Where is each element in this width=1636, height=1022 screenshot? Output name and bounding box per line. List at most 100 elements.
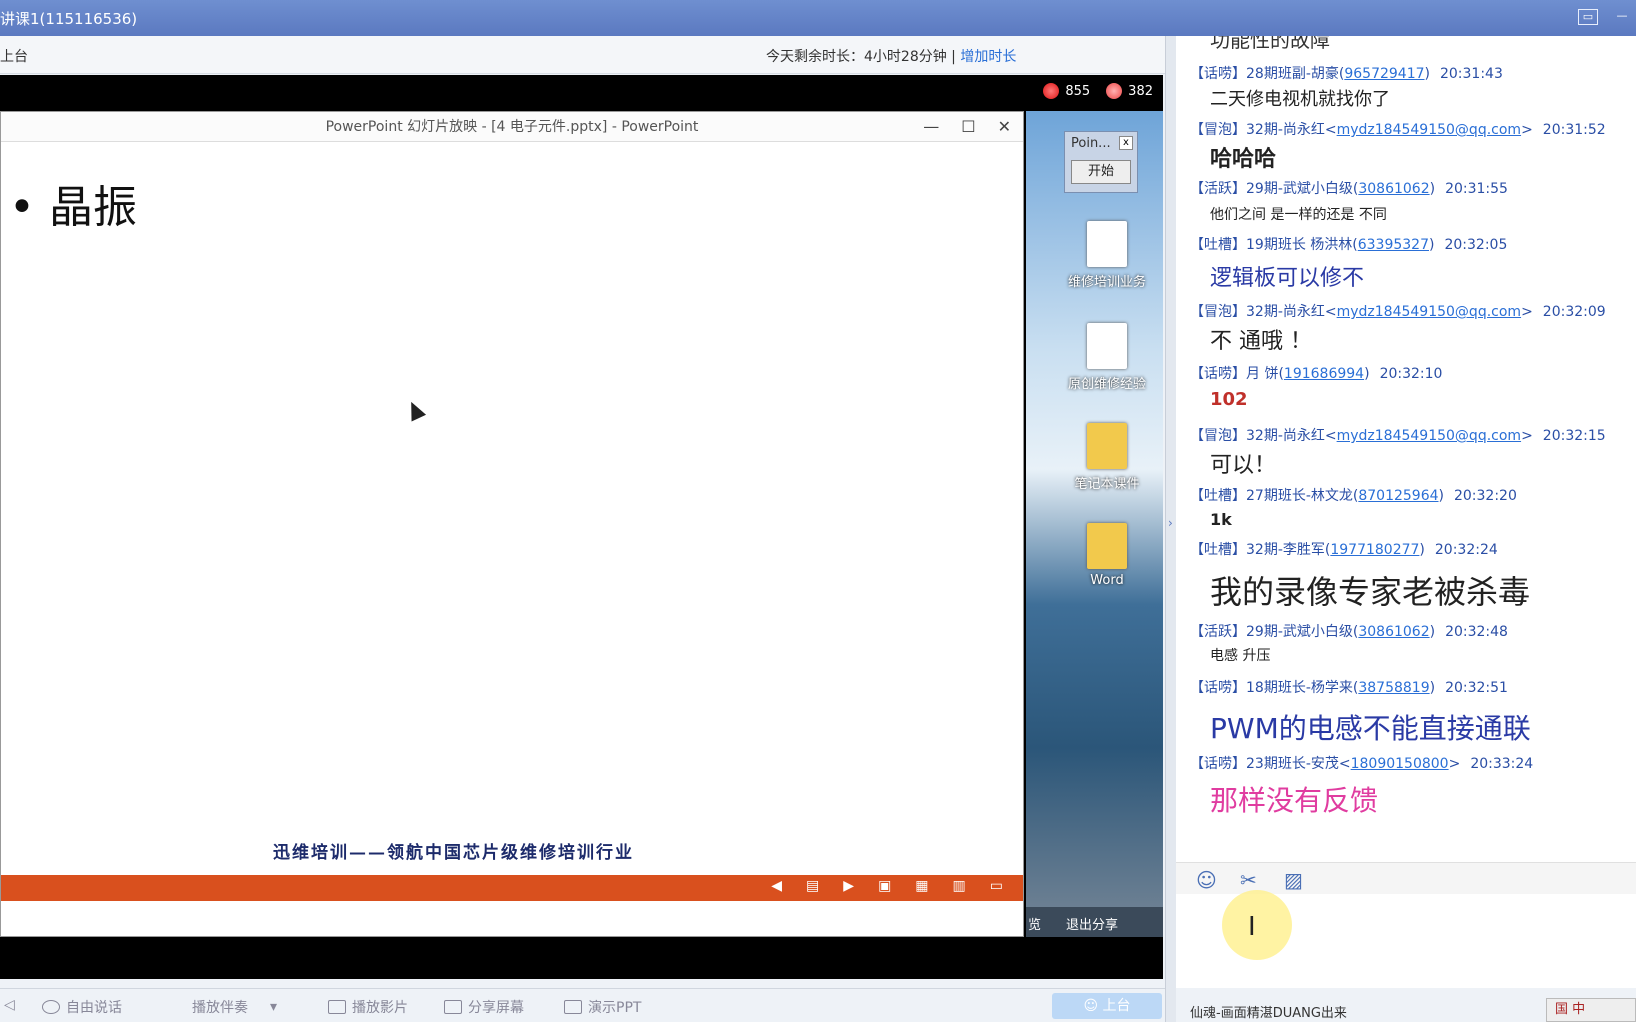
ppt-close-button[interactable]: ✕ (998, 112, 1011, 142)
chat-sender-name: 23期班长-安茂 (1246, 756, 1339, 772)
chat-message-body: 逻辑板可以修不 (1210, 266, 1365, 291)
chat-message-header: 【话唠】28期班副-胡豪(965729417) 20:31:43 (1190, 63, 1503, 83)
show-ppt-button[interactable]: 演示PPT (564, 997, 641, 1017)
chat-sender-id-link[interactable]: 38758819 (1358, 680, 1429, 696)
pointer-start-button[interactable]: 开始 (1071, 160, 1131, 184)
desktop-icon-word[interactable]: Word (1061, 523, 1153, 588)
chat-timestamp: 20:31:43 (1439, 66, 1503, 82)
candy-counter[interactable]: 382 (1106, 83, 1153, 99)
desktop-icon-label: 笔记本课件 (1074, 477, 1140, 492)
chat-timestamp: 20:32:20 (1453, 488, 1517, 504)
chat-sender-id-link[interactable]: mydz184549150@qq.com (1337, 304, 1521, 320)
chat-id-bracket: < (1324, 428, 1337, 444)
chat-message-header: 【活跃】29期-武斌小白级(30861062) 20:32:48 (1190, 621, 1508, 641)
chat-id-bracket: > (1521, 122, 1533, 138)
image-icon[interactable]: ▨ (1284, 868, 1303, 892)
folder-icon (1087, 523, 1127, 569)
slide-canvas[interactable]: • 晶振 迅维培训——领航中国芯片级维修培训行业 (1, 143, 1023, 875)
chat-timestamp: 20:31:55 (1445, 181, 1508, 197)
play-music-button[interactable]: 播放伴奏 ▾ (192, 997, 277, 1017)
chat-message-body: 哈哈哈 (1210, 147, 1277, 172)
chat-id-bracket: ) (1429, 237, 1435, 253)
chevron-down-icon: ▾ (270, 999, 278, 1015)
emoji-icon[interactable]: ☺ (1196, 868, 1217, 892)
bottom-toolbar: ◁ 自由说话 播放伴奏 ▾ 播放影片 分享屏幕 演示PPT ☺ 上台 (0, 988, 1165, 1022)
normal-view-icon[interactable]: ▣ (878, 878, 891, 894)
video-stage: 855 382 PowerPoint 幻灯片放映 - [4 电子元件.pptx]… (0, 75, 1163, 979)
ppt-maximize-button[interactable]: ☐ (961, 112, 975, 142)
window-title: 讲课1(115116536) (0, 10, 138, 28)
chat-id-bracket: ) (1438, 488, 1444, 504)
chat-sender-name: 32期-尚永红 (1246, 304, 1325, 320)
share-screen-label: 分享屏幕 (468, 1000, 524, 1016)
slide-bullet: • 晶振 (9, 182, 137, 233)
chat-message-header: 【冒泡】32期-尚永红<mydz184549150@qq.com> 20:31:5… (1190, 119, 1606, 139)
chat-message-body: 102 (1210, 389, 1248, 410)
restore-button[interactable]: ▭ (1578, 9, 1598, 25)
pointer-close-button[interactable]: x (1119, 136, 1133, 150)
scissors-icon[interactable]: ✂ (1240, 868, 1257, 892)
chat-sender-id-link[interactable]: 18090150800 (1351, 756, 1449, 772)
free-talk-button[interactable]: 自由说话 (42, 997, 122, 1017)
desktop-icon-laptop-courseware[interactable]: 笔记本课件 (1061, 423, 1153, 492)
chat-id-bracket: ) (1419, 542, 1425, 558)
chat-level-tag: 【话唠】 (1190, 680, 1246, 696)
show-ppt-label: 演示PPT (588, 1000, 642, 1016)
pointer-widget: Poin... x 开始 (1064, 131, 1138, 193)
chat-sender-id-link[interactable]: 63395327 (1358, 237, 1429, 253)
chat-panel: 功能性的故障 【话唠】28期班副-胡豪(965729417) 20:31:43 二天… (1176, 36, 1636, 862)
document-icon (1087, 221, 1127, 267)
stage-label: 上台 (0, 49, 28, 65)
chat-message-header: 【冒泡】32期-尚永红<mydz184549150@qq.com> 20:32:1… (1190, 425, 1606, 445)
slideshow-icon[interactable]: ▭ (990, 878, 1003, 894)
chat-sender-id-link[interactable]: 30861062 (1358, 181, 1429, 197)
ime-indicator[interactable]: 国 中 (1546, 998, 1636, 1022)
folder-icon (1087, 423, 1127, 469)
minimize-button[interactable]: — (1612, 9, 1632, 25)
add-time-link[interactable]: 增加时长 (960, 49, 1016, 65)
chat-sender-id-link[interactable]: 870125964 (1358, 488, 1438, 504)
chat-id-bracket: ) (1429, 680, 1436, 696)
chat-sender-id-link[interactable]: 965729417 (1344, 66, 1424, 82)
desktop-icon-experience[interactable]: 原创维修经验 (1061, 323, 1153, 392)
play-movie-button[interactable]: 播放影片 (328, 997, 408, 1017)
chat-message-header: 【吐槽】32期-李胜军(1977180277) 20:32:24 (1190, 539, 1498, 559)
prev-slide-icon[interactable]: ◀ (771, 878, 782, 894)
chat-sender-name: 32期-尚永红 (1246, 122, 1325, 138)
chat-sender-id-link[interactable]: 191686994 (1284, 366, 1364, 382)
text-cursor-icon: I (1248, 912, 1256, 942)
next-slide-icon[interactable]: ▶ (843, 878, 854, 894)
chat-timestamp: 20:32:15 (1542, 428, 1606, 444)
desktop-icon-training[interactable]: 维修培训业务 (1061, 221, 1153, 290)
screen-icon (444, 1000, 462, 1014)
chat-id-bracket: > (1521, 428, 1533, 444)
speaker-button[interactable]: ◁ (4, 997, 15, 1013)
chat-sender-id-link[interactable]: mydz184549150@qq.com (1337, 122, 1521, 138)
chat-sender-id-link[interactable]: 30861062 (1358, 624, 1429, 640)
ppt-slideshow-window: PowerPoint 幻灯片放映 - [4 电子元件.pptx] - Power… (0, 111, 1024, 937)
movie-icon (328, 1000, 346, 1014)
chat-message-body: 二天修电视机就找你了 (1210, 89, 1390, 110)
slide-sorter-icon[interactable]: ▦ (915, 878, 928, 894)
menu-icon[interactable]: ▤ (806, 878, 819, 894)
chat-sender-id-link[interactable]: mydz184549150@qq.com (1337, 428, 1521, 444)
chat-id-bracket: ) (1429, 181, 1436, 197)
chat-message-body: 不 通哦 ！ (1210, 329, 1312, 354)
chat-id-bracket: > (1448, 756, 1461, 772)
share-screen-button[interactable]: 分享屏幕 (444, 997, 524, 1017)
desktop-icon-label: Word (1090, 573, 1124, 588)
chat-toolbar: ☺ ✂ ▨ (1176, 862, 1636, 894)
chat-timestamp: 20:32:24 (1434, 542, 1498, 558)
panel-splitter[interactable]: › (1165, 36, 1176, 1022)
exit-share-button[interactable]: 退出分享 (1066, 914, 1118, 933)
ppt-minimize-button[interactable]: — (923, 112, 939, 142)
go-stage-button[interactable]: ☺ 上台 (1052, 993, 1162, 1019)
reading-view-icon[interactable]: ▥ (953, 878, 966, 894)
chat-sender-id-link[interactable]: 1977180277 (1330, 542, 1419, 558)
chat-level-tag: 【冒泡】 (1190, 122, 1246, 138)
chat-sender-name: 月 饼 (1246, 366, 1279, 382)
chat-id-bracket: < (1324, 304, 1337, 320)
chat-level-tag: 【话唠】 (1190, 366, 1246, 382)
mic-icon (42, 1000, 60, 1014)
flower-counter[interactable]: 855 (1043, 83, 1090, 99)
